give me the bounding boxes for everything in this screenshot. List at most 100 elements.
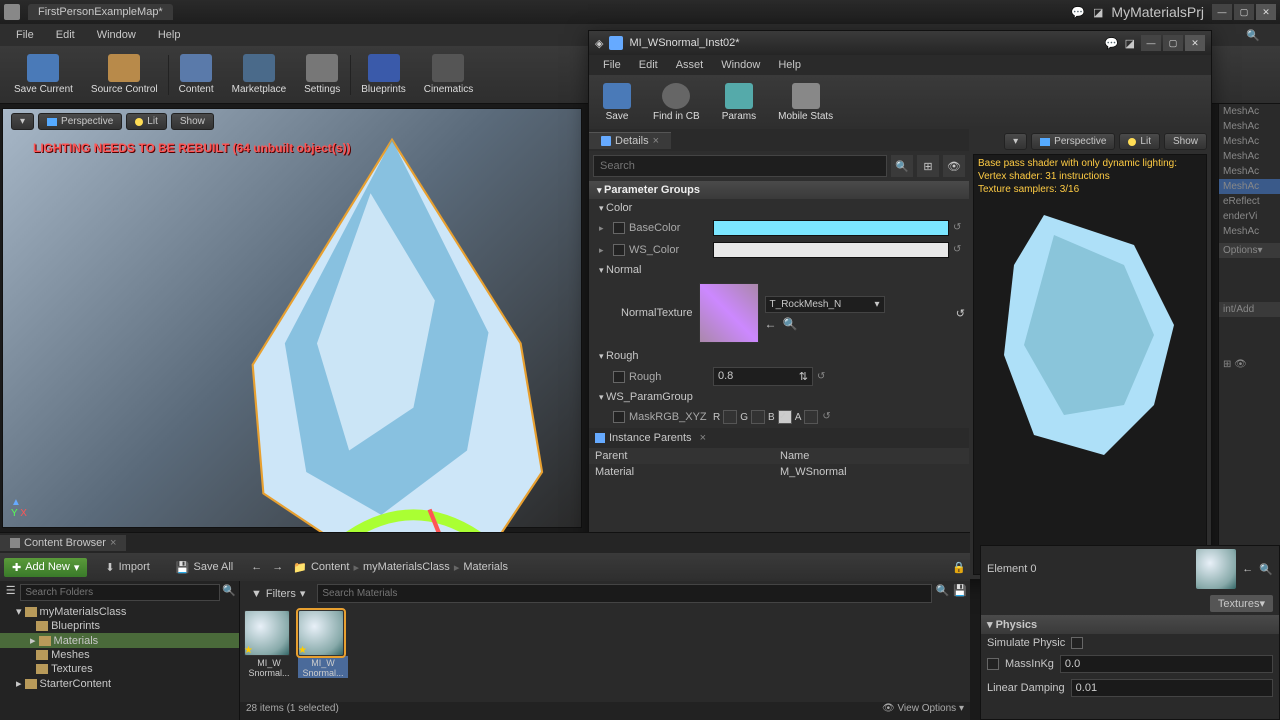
content-button[interactable]: Content — [171, 52, 222, 97]
outliner-item[interactable]: eReflect — [1219, 194, 1280, 209]
subwin-maximize-button[interactable]: ▢ — [1163, 35, 1183, 51]
intadd-button[interactable]: int/Add — [1219, 302, 1280, 317]
normal-texture-thumb[interactable] — [699, 283, 759, 343]
settings-button[interactable]: Settings — [296, 52, 348, 97]
outliner-item[interactable]: MeshAc — [1219, 149, 1280, 164]
parent-cell[interactable]: Material — [595, 466, 780, 478]
search-icon[interactable]: 🔍 — [891, 155, 913, 177]
outliner-item[interactable]: MeshAc — [1219, 104, 1280, 119]
global-search-icon[interactable]: 🔍 — [1236, 27, 1270, 44]
maximize-button[interactable]: ▢ — [1234, 4, 1254, 20]
rough-group-header[interactable]: Rough — [595, 347, 969, 365]
subwin-minimize-button[interactable]: — — [1141, 35, 1161, 51]
filters-button[interactable]: ▼ Filters ▾ — [243, 584, 313, 603]
browse-icon[interactable]: 🔍 — [783, 317, 798, 331]
use-selected-icon[interactable]: ← — [1242, 563, 1253, 575]
preview-show-button[interactable]: Show — [1164, 133, 1207, 150]
physics-header[interactable]: ▾ Physics — [981, 615, 1279, 634]
close-button[interactable]: ✕ — [1256, 4, 1276, 20]
save-all-button[interactable]: 💾 Save All — [168, 558, 241, 577]
tree-item-startercontent[interactable]: ▸ StarterContent — [0, 676, 239, 691]
minimize-button[interactable]: — — [1212, 4, 1232, 20]
show-button[interactable]: Show — [171, 113, 214, 130]
box-icon[interactable]: ◪ — [1125, 37, 1135, 50]
close-tab-icon[interactable]: × — [700, 432, 706, 444]
preview-lit-button[interactable]: Lit — [1119, 133, 1160, 150]
crumb-content[interactable]: Content — [311, 561, 350, 573]
outliner-item[interactable]: MeshAc — [1219, 179, 1280, 194]
rough-checkbox[interactable] — [613, 371, 625, 383]
mask-a-swatch[interactable] — [804, 410, 818, 424]
preview-options-button[interactable]: ▾ — [1004, 133, 1027, 150]
view-options-button[interactable]: Options▾ — [1219, 243, 1280, 258]
tree-item-mymaterialsclass[interactable]: ▾ myMaterialsClass — [0, 604, 239, 619]
outliner-item[interactable]: enderVi — [1219, 209, 1280, 224]
simulate-physics-checkbox[interactable] — [1071, 637, 1083, 649]
save-current-button[interactable]: Save Current — [6, 52, 81, 97]
search-assets-input[interactable] — [317, 584, 931, 603]
subwin-titlebar[interactable]: ◈ MI_WSnormal_Inst02* 💬 ◪ — ▢ ✕ — [589, 31, 1211, 55]
subwin-close-button[interactable]: ✕ — [1185, 35, 1205, 51]
linear-damping-input[interactable]: 0.01 — [1071, 679, 1273, 697]
wsparamgroup-header[interactable]: WS_ParamGroup — [595, 388, 969, 406]
maskrgb-checkbox[interactable] — [613, 411, 625, 423]
close-tab-icon[interactable]: × — [653, 135, 659, 147]
wscolor-swatch[interactable] — [713, 242, 949, 258]
reset-icon[interactable]: ↺ — [953, 222, 965, 234]
tree-item-materials[interactable]: ▸ Materials — [0, 633, 239, 648]
normal-group-header[interactable]: Normal — [595, 261, 969, 279]
box-icon[interactable]: ◪ — [1093, 6, 1103, 19]
viewport-options-button[interactable]: ▾ — [11, 113, 34, 130]
outliner-item[interactable]: MeshAc — [1219, 164, 1280, 179]
mass-value-input[interactable]: 0.0 — [1060, 655, 1273, 673]
content-browser-tab[interactable]: Content Browser × — [0, 535, 126, 551]
grid-view-icon[interactable]: ⊞ — [917, 155, 939, 177]
material-thumb-icon[interactable] — [1196, 549, 1236, 589]
reset-icon[interactable]: ↺ — [817, 371, 829, 383]
subwin-menu-file[interactable]: File — [595, 58, 629, 72]
folder-icon[interactable]: 📁 — [293, 561, 307, 574]
add-new-button[interactable]: ✚ Add New ▾ — [4, 558, 87, 577]
subwin-save-button[interactable]: Save — [595, 81, 639, 124]
outliner-item[interactable]: MeshAc — [1219, 119, 1280, 134]
cinematics-button[interactable]: Cinematics — [416, 52, 481, 97]
tree-item-meshes[interactable]: Meshes — [0, 648, 239, 662]
expand-icon[interactable]: ▸ — [599, 245, 609, 256]
tree-item-blueprints[interactable]: Blueprints — [0, 619, 239, 633]
spinner-icon[interactable]: ⇅ — [799, 370, 808, 383]
source-control-button[interactable]: Source Control — [83, 52, 166, 97]
subwin-menu-asset[interactable]: Asset — [668, 58, 712, 72]
lit-mode-button[interactable]: Lit — [126, 113, 167, 130]
perspective-button[interactable]: Perspective — [38, 113, 122, 130]
name-cell[interactable]: M_WSnormal — [780, 466, 847, 478]
browse-icon[interactable]: 🔍 — [1259, 563, 1273, 576]
menu-edit[interactable]: Edit — [46, 27, 85, 43]
reset-icon[interactable]: ↺ — [822, 411, 834, 423]
speech-bubble-icon[interactable]: 💬 — [1071, 6, 1085, 19]
import-button[interactable]: ⬇ Import — [97, 558, 157, 577]
level-tab[interactable]: FirstPersonExampleMap* — [28, 4, 173, 20]
color-group-header[interactable]: Color — [595, 199, 969, 217]
material-preview-viewport[interactable]: Base pass shader with only dynamic light… — [973, 154, 1207, 575]
menu-help[interactable]: Help — [148, 27, 191, 43]
speech-bubble-icon[interactable]: 💬 — [1105, 37, 1119, 50]
normal-texture-select[interactable]: T_RockMesh_N▾ — [765, 296, 885, 313]
expand-icon[interactable]: ▸ — [599, 223, 609, 234]
crumb-mymaterialsclass[interactable]: myMaterialsClass — [363, 561, 450, 573]
mask-g-swatch[interactable] — [751, 410, 765, 424]
asset-item[interactable]: ★MI_WSnormal... — [298, 610, 348, 678]
marketplace-button[interactable]: Marketplace — [224, 52, 294, 97]
massinkg-checkbox[interactable] — [987, 658, 999, 670]
tree-item-textures[interactable]: Textures — [0, 662, 239, 676]
mobile-stats-button[interactable]: Mobile Stats — [770, 81, 841, 124]
outliner-item[interactable]: MeshAc — [1219, 134, 1280, 149]
subwin-menu-window[interactable]: Window — [713, 58, 768, 72]
forward-icon[interactable]: → — [272, 561, 283, 573]
reset-icon[interactable]: ↺ — [956, 307, 965, 320]
rough-value-input[interactable]: 0.8⇅ — [713, 367, 813, 386]
search-icon[interactable]: 🔍 — [936, 584, 950, 603]
textures-button[interactable]: Textures▾ — [1210, 595, 1273, 612]
asset-item[interactable]: ★MI_WSnormal... — [244, 610, 294, 678]
details-search-input[interactable] — [593, 155, 887, 177]
mask-b-swatch[interactable]: ✓ — [778, 410, 792, 424]
